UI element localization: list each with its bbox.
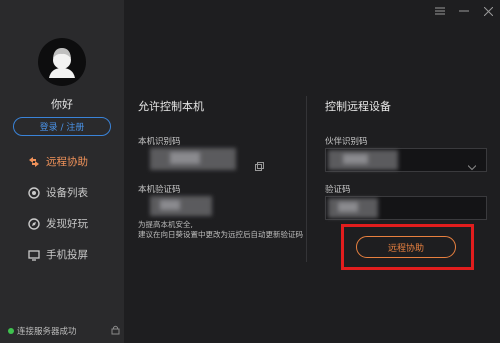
user-avatar-icon	[49, 48, 75, 78]
local-code-value	[150, 196, 212, 216]
sunlogin-window: 你好 登录 / 注册 远程协助 设备列表 发现好玩 手机投屏 连接服务器成功 允…	[0, 0, 500, 343]
sidebar-item-remote-assist[interactable]: 远程协助	[0, 147, 124, 176]
lock-icon[interactable]	[111, 325, 120, 338]
copy-icon[interactable]	[255, 156, 264, 175]
sidebar-nav: 远程协助 设备列表 发现好玩 手机投屏	[0, 147, 124, 271]
window-controls	[428, 0, 500, 22]
sidebar-item-device-list[interactable]: 设备列表	[0, 178, 124, 207]
partner-id-field[interactable]	[325, 148, 487, 172]
sidebar-item-label: 发现好玩	[46, 218, 88, 230]
phone-mirror-icon	[28, 249, 40, 261]
remote-assist-icon	[28, 156, 40, 168]
sidebar-item-label: 设备列表	[46, 187, 88, 199]
status-text: 连接服务器成功	[17, 327, 77, 337]
username: 你好	[51, 98, 73, 111]
remote-code-field[interactable]	[325, 196, 487, 220]
chevron-down-icon[interactable]	[467, 156, 477, 175]
partner-id-label: 伙伴识别码	[325, 137, 368, 147]
minimize-icon[interactable]	[452, 0, 476, 22]
connection-status: 连接服务器成功	[8, 325, 120, 337]
device-list-icon	[28, 186, 40, 199]
sidebar-item-label: 手机投屏	[46, 249, 88, 261]
online-status-icon	[8, 328, 14, 334]
login-register-button[interactable]: 登录 / 注册	[13, 117, 111, 136]
sidebar-item-discover[interactable]: 发现好玩	[0, 209, 124, 238]
control-remote-title: 控制远程设备	[325, 100, 391, 113]
avatar[interactable]	[38, 38, 86, 86]
section-divider	[306, 96, 307, 262]
sidebar: 你好 登录 / 注册 远程协助 设备列表 发现好玩 手机投屏 连接服务器成功	[0, 0, 124, 343]
local-id-value	[150, 148, 236, 170]
allow-control-title: 允许控制本机	[138, 100, 204, 113]
security-hint: 为提高本机安全, 建议在向日葵设置中更改为远控后自动更新验证码	[138, 220, 303, 239]
remote-code-label: 验证码	[325, 185, 351, 195]
highlight-box	[341, 224, 474, 270]
discover-icon	[28, 217, 40, 230]
local-code-label: 本机验证码	[138, 185, 181, 195]
sidebar-item-label: 远程协助	[46, 156, 88, 168]
hamburger-icon[interactable]	[428, 0, 452, 22]
close-icon[interactable]	[476, 0, 500, 22]
sidebar-item-phone-mirror[interactable]: 手机投屏	[0, 240, 124, 269]
local-id-label: 本机识别码	[138, 137, 181, 147]
